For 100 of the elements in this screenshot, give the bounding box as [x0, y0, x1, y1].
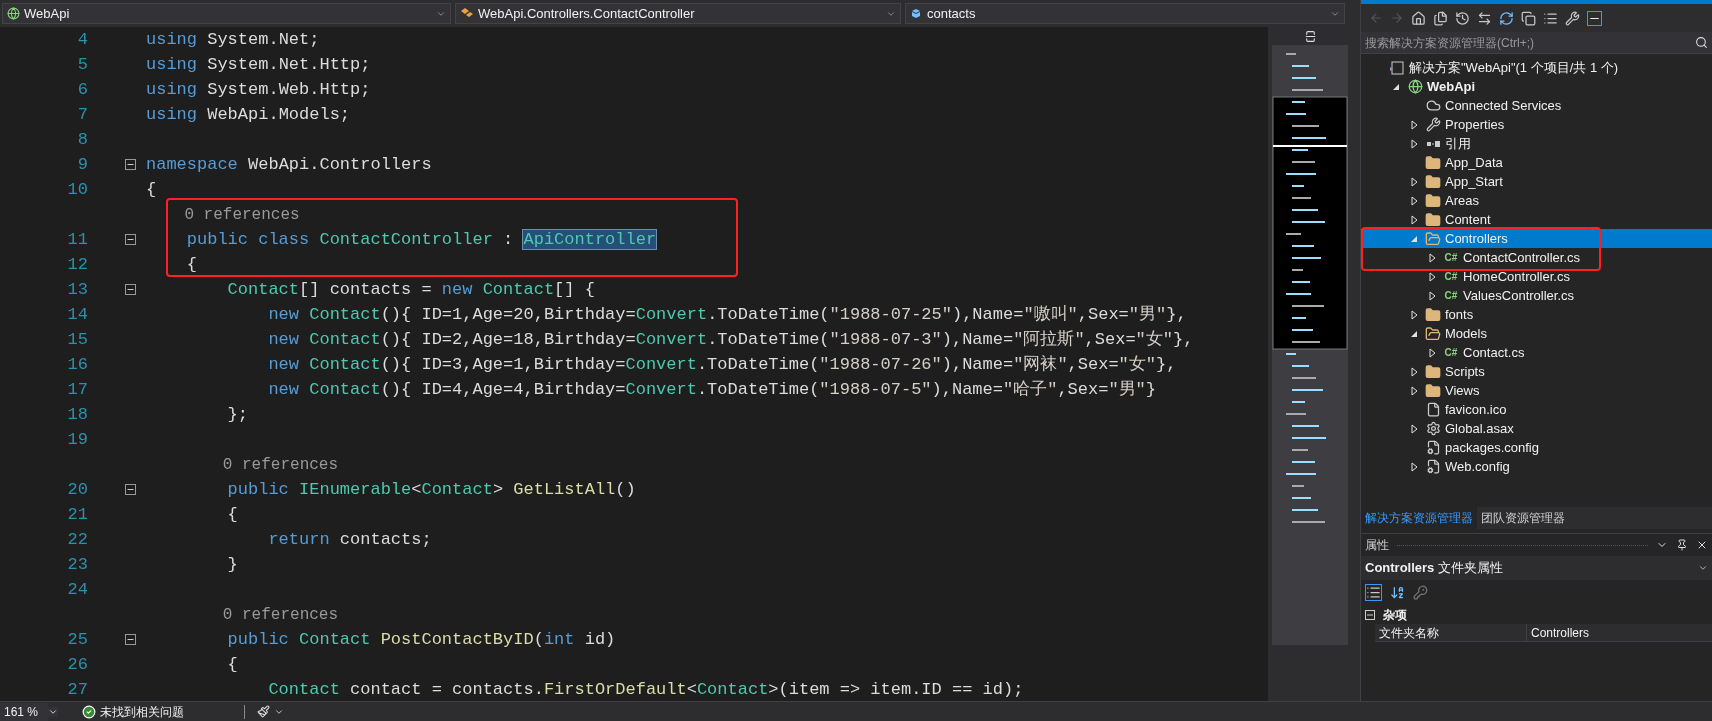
- folder-icon: [1425, 192, 1441, 209]
- folder-icon: [1425, 154, 1441, 171]
- collapse-icon[interactable]: [124, 234, 136, 245]
- sort-az-icon[interactable]: [1390, 585, 1405, 600]
- minus-icon[interactable]: [1587, 10, 1602, 26]
- collapsed-arrow-icon[interactable]: [1410, 366, 1418, 377]
- tree-item[interactable]: App_Start: [1361, 172, 1712, 191]
- collapsed-arrow-icon[interactable]: [1428, 290, 1436, 301]
- categorized-icon[interactable]: [1365, 584, 1382, 601]
- csharp-file-icon: C#: [1444, 345, 1458, 360]
- tree-item[interactable]: 解决方案"WebApi"(1 个项目/共 1 个): [1361, 58, 1712, 77]
- line-number: 8: [77, 129, 88, 149]
- collapse-icon[interactable]: [124, 159, 136, 170]
- collapsed-arrow-icon[interactable]: [1410, 195, 1418, 206]
- collapsed-arrow-icon[interactable]: [1428, 271, 1436, 282]
- issues-status[interactable]: 未找到相关问题: [100, 702, 184, 721]
- collapse-icon[interactable]: [1365, 609, 1375, 620]
- tree-item[interactable]: C# ContactController.cs: [1361, 248, 1712, 267]
- refresh-icon[interactable]: [1499, 10, 1514, 26]
- reference-count[interactable]: 0 references: [146, 602, 339, 627]
- code-line: new Contact(){ ID=4,Age=4,Birthday=Convert.ToDateTime("1988-07-5"),Name="哈子",Sex="男"}: [267, 378, 1156, 401]
- collapsed-arrow-icon[interactable]: [1410, 423, 1418, 434]
- tree-item[interactable]: C# HomeController.cs: [1361, 267, 1712, 286]
- caret-icon[interactable]: [48, 706, 58, 717]
- project-dropdown[interactable]: WebApi: [2, 3, 451, 24]
- reference-count[interactable]: 0 references: [146, 452, 339, 477]
- collapsed-arrow-icon[interactable]: [1410, 309, 1418, 320]
- line-number: 16: [67, 354, 88, 374]
- type-dropdown[interactable]: WebApi.Controllers.ContactController: [455, 3, 901, 24]
- split-handle-icon[interactable]: [1303, 29, 1317, 43]
- tree-item[interactable]: Connected Services: [1361, 96, 1712, 115]
- collapsed-arrow-icon[interactable]: [1410, 176, 1418, 187]
- tree-item[interactable]: Web.config: [1361, 457, 1712, 476]
- tree-item[interactable]: Areas: [1361, 191, 1712, 210]
- close-icon[interactable]: [1696, 539, 1708, 551]
- member-dropdown[interactable]: contacts: [905, 3, 1345, 24]
- properties-icon[interactable]: [1565, 10, 1580, 26]
- tree-item[interactable]: Controllers: [1361, 229, 1712, 248]
- gear-icon: [1425, 421, 1441, 436]
- collapsed-arrow-icon[interactable]: [1428, 252, 1436, 263]
- search-icon[interactable]: [1695, 36, 1708, 49]
- tree-item[interactable]: Properties: [1361, 115, 1712, 134]
- expanded-arrow-icon[interactable]: [1392, 82, 1400, 91]
- folder-icon: [1425, 230, 1441, 247]
- tree-item[interactable]: Global.asax: [1361, 419, 1712, 438]
- collapsed-arrow-icon[interactable]: [1410, 385, 1418, 396]
- collapse-all-icon[interactable]: [1521, 10, 1536, 26]
- line-number: 10: [67, 179, 88, 199]
- line-number: 19: [67, 429, 88, 449]
- collapse-icon[interactable]: [124, 484, 136, 495]
- panel-tab[interactable]: 解决方案资源管理器: [1361, 507, 1477, 529]
- property-value[interactable]: Controllers: [1527, 624, 1590, 641]
- minimap-drawing[interactable]: [1272, 45, 1348, 645]
- tree-item[interactable]: App_Data: [1361, 153, 1712, 172]
- tree-item[interactable]: packages.config: [1361, 438, 1712, 457]
- class-icon: [460, 7, 474, 20]
- collapse-icon[interactable]: [124, 634, 136, 645]
- code-line: new Contact(){ ID=2,Age=18,Birthday=Convert.ToDateTime("1988-07-3"),Name="阿拉斯",Sex="女"},: [267, 328, 1194, 351]
- sync-icon[interactable]: [1477, 10, 1492, 26]
- collapse-icon[interactable]: [124, 284, 136, 295]
- field-icon: [910, 7, 923, 20]
- collapsed-arrow-icon[interactable]: [1410, 138, 1418, 149]
- line-number: 24: [67, 579, 88, 599]
- tree-item[interactable]: C# ValuesController.cs: [1361, 286, 1712, 305]
- panel-tab[interactable]: 团队资源管理器: [1477, 507, 1569, 529]
- tree-item[interactable]: Views: [1361, 381, 1712, 400]
- key-icon[interactable]: [1413, 585, 1428, 600]
- zoom-dropdown[interactable]: 161 %: [0, 702, 48, 721]
- history-icon[interactable]: [1455, 10, 1470, 26]
- code-line: public class ContactController : ApiController: [185, 228, 657, 251]
- folder-icon: [1425, 325, 1441, 342]
- home-icon[interactable]: [1411, 10, 1426, 26]
- tree-item[interactable]: C# Contact.cs: [1361, 343, 1712, 362]
- brush-icon[interactable]: [257, 705, 270, 718]
- collapsed-arrow-icon[interactable]: [1410, 214, 1418, 225]
- globe-icon: [7, 7, 20, 20]
- cloud-icon: [1425, 98, 1441, 113]
- caret-icon[interactable]: [1698, 563, 1708, 573]
- line-number: 4: [77, 29, 88, 49]
- tree-item[interactable]: favicon.ico: [1361, 400, 1712, 419]
- line-number: 9: [77, 154, 88, 174]
- collapsed-arrow-icon[interactable]: [1410, 119, 1418, 130]
- expanded-arrow-icon[interactable]: [1410, 329, 1418, 338]
- tree-item[interactable]: Scripts: [1361, 362, 1712, 381]
- reference-count[interactable]: 0 references: [146, 202, 300, 227]
- code-line: using System.Web.Http;: [146, 78, 371, 101]
- pin-icon[interactable]: [1676, 539, 1688, 551]
- code-line: new Contact(){ ID=3,Age=1,Birthday=Convert.ToDateTime("1988-07-26"),Name="网袜",Sex="女"},: [267, 353, 1177, 376]
- tree-item[interactable]: fonts: [1361, 305, 1712, 324]
- panel-title: 属性: [1365, 537, 1389, 554]
- tree-item[interactable]: Content: [1361, 210, 1712, 229]
- code-line: using System.Net.Http;: [146, 53, 371, 76]
- references-icon: [1425, 138, 1441, 149]
- collapsed-arrow-icon[interactable]: [1410, 461, 1418, 472]
- tree-item[interactable]: Models: [1361, 324, 1712, 343]
- collapsed-arrow-icon[interactable]: [1428, 347, 1436, 358]
- tree-item[interactable]: 引用: [1361, 134, 1712, 153]
- tree-item[interactable]: WebApi: [1361, 77, 1712, 96]
- config-file-icon: [1425, 459, 1441, 474]
- line-number: 11: [67, 229, 88, 249]
